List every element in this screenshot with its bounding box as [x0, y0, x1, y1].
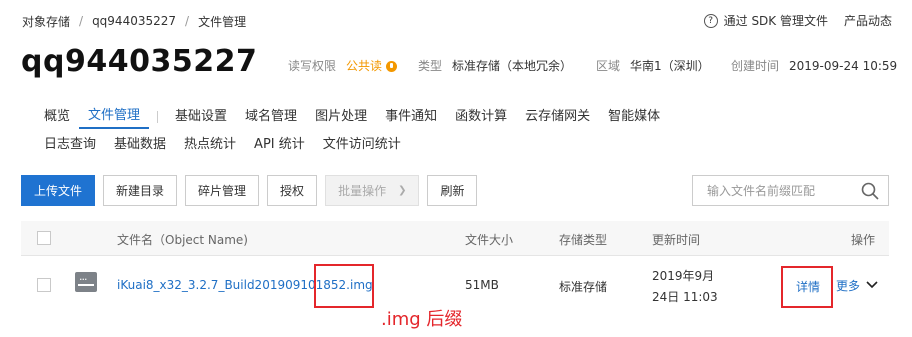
- annotation-label: .img 后缀: [381, 309, 463, 330]
- search-input[interactable]: 输入文件名前缀匹配: [692, 175, 889, 206]
- tab-basic-data[interactable]: 基础数据: [105, 134, 175, 156]
- permission-label: 读写权限: [288, 59, 337, 73]
- detail-highlight-box: [781, 266, 833, 308]
- select-all-checkbox[interactable]: [37, 231, 51, 245]
- type-value: 标准存储（本地冗余）: [452, 59, 573, 73]
- updated-date: 2019年9月: [652, 269, 715, 283]
- fragment-management-button[interactable]: 碎片管理: [185, 175, 260, 206]
- tab-basic-settings[interactable]: 基础设置: [166, 106, 236, 128]
- breadcrumb: 对象存储 / qq944035227 / 文件管理: [22, 12, 246, 30]
- img-extension-highlight-box: [314, 264, 374, 308]
- column-header-updated: 更新时间: [652, 233, 701, 247]
- tab-overview[interactable]: 概览: [35, 106, 79, 128]
- tab-divider: [157, 111, 159, 123]
- lock-icon[interactable]: [386, 61, 398, 72]
- breadcrumb-separator: /: [79, 14, 84, 28]
- tab-file-management[interactable]: 文件管理: [79, 105, 150, 129]
- breadcrumb-item-oss[interactable]: 对象存储: [22, 13, 70, 30]
- breadcrumb-separator: /: [185, 14, 190, 28]
- type-label: 类型: [418, 59, 443, 73]
- column-header-actions: 操作: [851, 233, 876, 247]
- storage-type: 标准存储: [559, 280, 608, 294]
- created-value: 2019-09-24 10:59: [789, 58, 898, 73]
- sdk-guide-link[interactable]: 通过 SDK 管理文件: [724, 12, 828, 29]
- breadcrumb-item-bucket[interactable]: qq944035227: [92, 14, 176, 28]
- more-label: 更多: [836, 279, 861, 293]
- batch-operation-button[interactable]: 批量操作 ❯: [325, 175, 420, 206]
- upload-button[interactable]: 上传文件: [21, 175, 96, 206]
- help-circle-icon: ?: [703, 13, 718, 28]
- permission-info: 读写权限 公共读: [288, 57, 398, 74]
- tabs-row-primary: 概览 文件管理 基础设置 域名管理 图片处理 事件通知 函数计算 云存储网关 智…: [35, 105, 669, 129]
- region-info: 区域 华南1（深圳）: [596, 57, 710, 74]
- column-header-size: 文件大小: [465, 233, 514, 247]
- search-placeholder: 输入文件名前缀匹配: [707, 184, 816, 198]
- page-title: qq944035227: [21, 44, 258, 79]
- tab-hotspot-stats[interactable]: 热点统计: [175, 134, 245, 156]
- updated-time: 24日 11:03: [652, 290, 718, 304]
- tab-event-notification[interactable]: 事件通知: [376, 106, 446, 128]
- table-header: 文件名（Object Name) 文件大小 存储类型 更新时间 操作: [21, 221, 889, 256]
- created-info: 创建时间 2019-09-24 10:59: [731, 57, 897, 74]
- chevron-down-icon: [866, 281, 878, 289]
- refresh-button[interactable]: 刷新: [427, 175, 478, 206]
- search-icon[interactable]: [861, 182, 879, 200]
- tab-log-query[interactable]: 日志查询: [35, 134, 105, 156]
- region-value: 华南1（深圳）: [630, 59, 710, 73]
- tab-function-compute[interactable]: 函数计算: [446, 106, 516, 128]
- batch-operation-label: 批量操作: [338, 184, 387, 198]
- toolbar: 上传文件 新建目录 碎片管理 授权 批量操作 ❯ 刷新: [21, 175, 485, 206]
- tab-storage-gateway[interactable]: 云存储网关: [516, 106, 599, 128]
- column-header-storage: 存储类型: [559, 233, 608, 247]
- authorize-button[interactable]: 授权: [267, 175, 318, 206]
- chevron-down-icon: ❯: [398, 185, 407, 196]
- top-links: ? 通过 SDK 管理文件 产品动态: [703, 12, 892, 29]
- tab-file-access-stats[interactable]: 文件访问统计: [314, 134, 410, 156]
- column-header-name: 文件名（Object Name): [117, 233, 248, 247]
- tab-intelligent-media[interactable]: 智能媒体: [599, 106, 669, 128]
- tab-image-processing[interactable]: 图片处理: [306, 106, 376, 128]
- more-actions-link[interactable]: 更多: [836, 277, 878, 294]
- permission-value: 公共读: [346, 59, 383, 73]
- row-checkbox[interactable]: [37, 278, 51, 292]
- breadcrumb-item-current: 文件管理: [198, 14, 247, 29]
- created-label: 创建时间: [731, 59, 780, 73]
- tabs-row-secondary: 日志查询 基础数据 热点统计 API 统计 文件访问统计: [35, 134, 410, 156]
- type-info: 类型 标准存储（本地冗余）: [418, 57, 572, 74]
- tab-api-stats[interactable]: API 统计: [245, 134, 314, 156]
- tab-domain-management[interactable]: 域名管理: [236, 106, 306, 128]
- file-icon: [75, 272, 97, 292]
- file-size: 51MB: [465, 278, 499, 292]
- product-news-link[interactable]: 产品动态: [844, 12, 892, 29]
- new-directory-button[interactable]: 新建目录: [103, 175, 178, 206]
- region-label: 区域: [596, 59, 621, 73]
